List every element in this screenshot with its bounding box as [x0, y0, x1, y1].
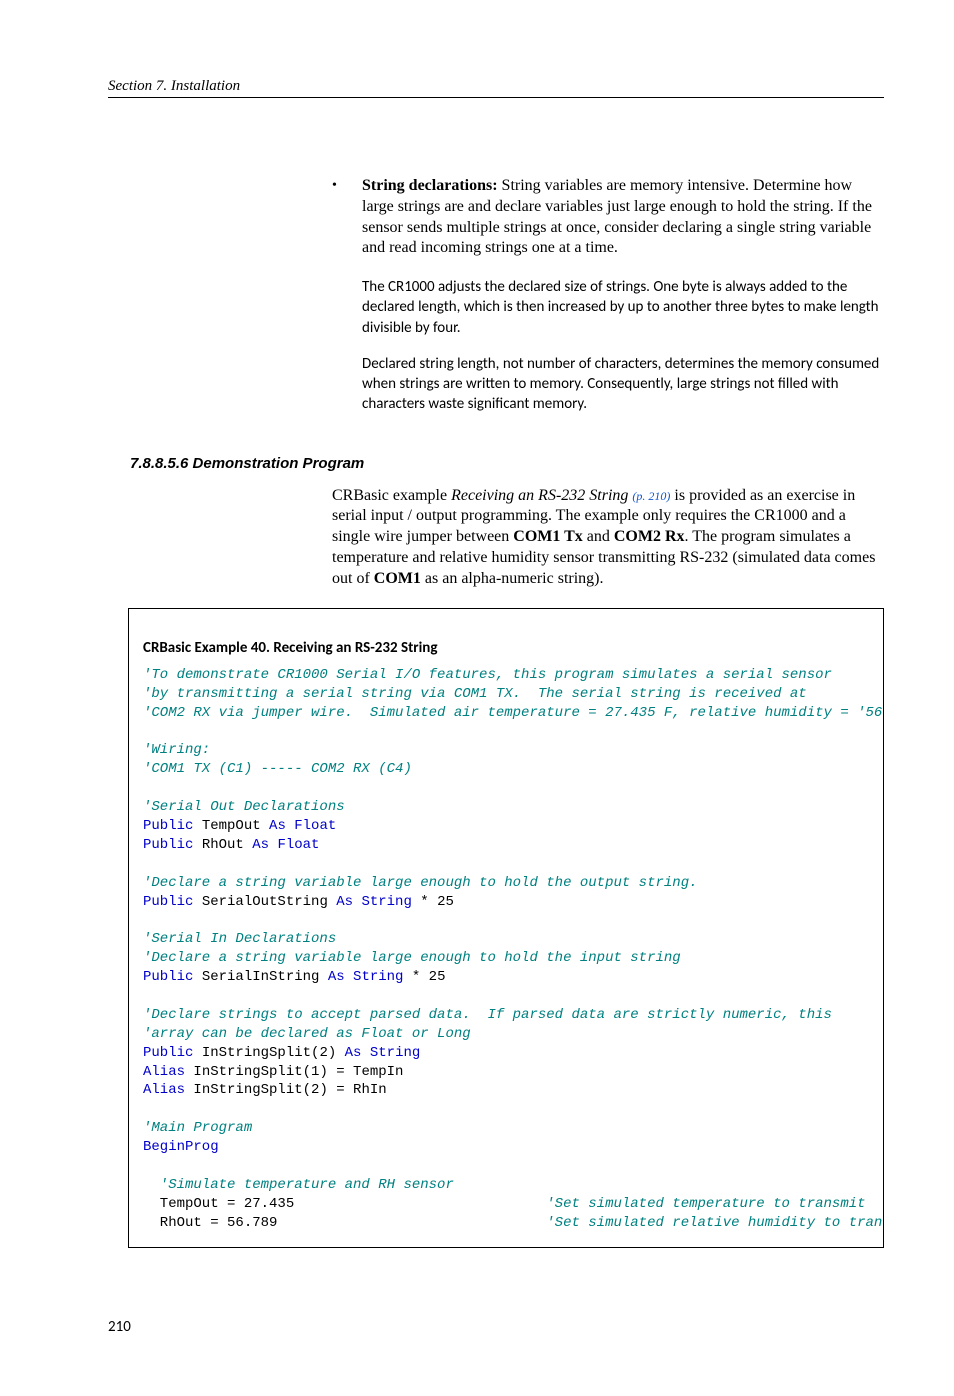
note-block: The CR1000 adjusts the declared size of … [362, 277, 884, 415]
note-p2: Declared string length, not number of ch… [362, 354, 884, 415]
bullet-lead: String declarations: [362, 177, 498, 194]
bullet-item: • String declarations: String variables … [332, 176, 884, 259]
bullet-marker: • [332, 176, 362, 259]
page: Section 7. Installation • String declara… [0, 0, 954, 1396]
page-ref-link[interactable]: (p. 210) [632, 489, 670, 503]
bullet-block: • String declarations: String variables … [332, 176, 884, 415]
example-name: Receiving an RS-232 String [451, 487, 632, 504]
code-example: CRBasic Example 40. Receiving an RS-232 … [128, 608, 884, 1248]
body-paragraph: CRBasic example Receiving an RS-232 Stri… [332, 486, 884, 590]
note-p1: The CR1000 adjusts the declared size of … [362, 277, 884, 338]
page-number: 210 [108, 1318, 884, 1336]
running-header: Section 7. Installation [108, 78, 884, 98]
section-heading: 7.8.8.5.6 Demonstration Program [130, 455, 884, 472]
code-title: CRBasic Example 40. Receiving an RS-232 … [143, 638, 869, 658]
bullet-text: String declarations: String variables ar… [362, 176, 884, 259]
